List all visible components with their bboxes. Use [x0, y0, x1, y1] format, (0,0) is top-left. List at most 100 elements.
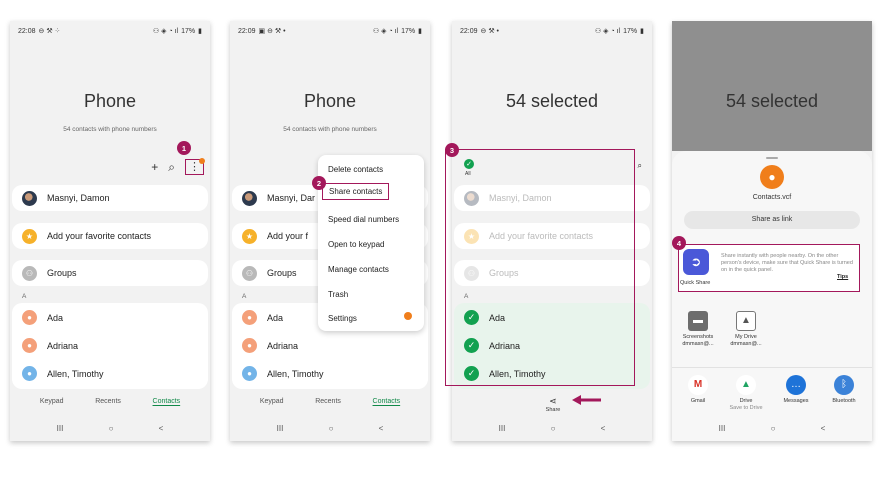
status-time: 22:09 [460, 27, 478, 35]
signal-icons: ⚇ ◈ ◔ ıl [372, 28, 399, 35]
overflow-menu: Delete contacts Share contacts Speed dia… [318, 155, 424, 331]
profile-card[interactable]: Masnyi, Damon [12, 185, 208, 211]
action-bar: + ⌕ ⋮ [151, 158, 205, 175]
status-time: 22:08 [18, 27, 36, 35]
back-nav-icon[interactable]: < [379, 424, 384, 433]
favorites-card[interactable]: ★ Add your favorite contacts [12, 223, 208, 249]
groups-card[interactable]: ⚇ Groups [12, 260, 208, 286]
home-nav-icon[interactable]: ○ [329, 424, 334, 433]
system-navbar: III ○ < [452, 424, 652, 433]
app-bluetooth[interactable]: ᛒ Bluetooth [824, 375, 864, 405]
contact-name: Adriana [267, 340, 299, 351]
pointer-arrow-icon [572, 395, 601, 405]
target-label: Screenshots [682, 334, 714, 340]
menu-item-share-contacts[interactable]: Share contacts [322, 183, 390, 200]
system-navbar: III ○ < [672, 424, 872, 433]
menu-item-open-keypad[interactable]: Open to keypad [328, 240, 384, 249]
back-nav-icon[interactable]: < [821, 424, 826, 433]
recent-target-screenshots[interactable]: ▬ Screenshots dmmasn@... [678, 311, 718, 347]
search-icon[interactable]: ⌕ [168, 160, 175, 175]
list-item[interactable]: ● Allen, Timothy [22, 366, 104, 381]
list-item[interactable]: ● Ada [22, 310, 63, 325]
sheet-handle[interactable] [766, 157, 778, 159]
tab-recents[interactable]: Recents [95, 398, 121, 405]
avatar [242, 190, 257, 206]
menu-item-speed-dial[interactable]: Speed dial numbers [328, 215, 399, 224]
search-icon[interactable]: ⌕ [638, 161, 642, 171]
list-item[interactable]: ● Adriana [242, 338, 298, 353]
menu-item-delete-contacts[interactable]: Delete contacts [328, 165, 383, 174]
system-navbar: III ○ < [230, 424, 430, 433]
menu-item-manage-contacts[interactable]: Manage contacts [328, 265, 389, 274]
app-drive[interactable]: ▲ Drive Save to Drive [726, 375, 766, 411]
recent-target-my-drive[interactable]: ▲ My Drive dmmasn@... [726, 311, 766, 347]
plus-icon[interactable]: + [151, 160, 158, 174]
drive-folder-icon: ▲ [736, 311, 756, 331]
page-title: Phone [303, 91, 357, 111]
contact-file-icon: ● [760, 165, 784, 189]
person-icon: ● [22, 310, 37, 325]
status-bar: 22:09 ▣ ⊖ ⚒ • ⚇ ◈ ◔ ıl 17% ▮ [238, 25, 422, 37]
tab-keypad[interactable]: Keypad [260, 398, 284, 405]
home-nav-icon[interactable]: ○ [551, 424, 556, 433]
tab-contacts[interactable]: Contacts [153, 398, 181, 405]
quick-share-panel[interactable]: ➲ Quick Share Share instantly with peopl… [678, 244, 860, 292]
phone-screen-4: 54 selected ● Contacts.vcf Share as link… [672, 21, 872, 441]
favorites-label: Add your f [267, 231, 309, 241]
battery-icon: ▮ [640, 28, 644, 35]
person-icon: ● [242, 310, 257, 325]
tab-keypad[interactable]: Keypad [40, 398, 64, 405]
tips-link[interactable]: Tips [837, 274, 848, 280]
more-vert-icon[interactable]: ⋮ [185, 158, 205, 175]
app-label: Gmail [690, 398, 706, 404]
menu-item-settings[interactable]: Settings [328, 314, 357, 323]
signal-icons: ⚇ ◈ ◔ ıl [152, 28, 179, 35]
favorites-label: Add your favorite contacts [47, 231, 152, 241]
step-badge-1: 1 [177, 141, 191, 155]
profile-name: Masnyi, Damon [47, 193, 110, 203]
tab-contacts[interactable]: Contacts [373, 398, 401, 405]
notification-dot [199, 158, 205, 164]
app-messages[interactable]: … Messages [776, 375, 816, 405]
dimmed-background: 54 selected [672, 21, 872, 151]
bluetooth-icon: ᛒ [834, 375, 854, 395]
groups-label: Groups [47, 268, 77, 278]
status-icons: ▣ ⊖ ⚒ • [258, 28, 286, 35]
person-icon: ● [242, 338, 257, 353]
share-icon[interactable]: ⋖ [544, 396, 562, 407]
recents-nav-icon[interactable]: III [277, 424, 284, 433]
step-badge-3: 3 [445, 143, 459, 157]
back-nav-icon[interactable]: < [159, 424, 164, 433]
quick-share-icon[interactable]: ➲ [683, 249, 709, 275]
quick-share-label: Quick Share [680, 280, 711, 286]
contact-name: Ada [267, 312, 284, 323]
list-item[interactable]: ● Allen, Timothy [242, 366, 324, 381]
status-bar: 22:08 ⊖ ⚒ ⁘ ⚇ ◈ ◔ ıl 17% ▮ [18, 25, 202, 37]
groups-icon: ⚇ [242, 265, 257, 281]
tab-recents[interactable]: Recents [315, 398, 341, 405]
messages-icon: … [786, 375, 806, 395]
step-badge-4: 4 [672, 236, 686, 250]
home-nav-icon[interactable]: ○ [109, 424, 114, 433]
contact-name: Allen, Timothy [47, 368, 104, 379]
share-button-label[interactable]: Share [538, 407, 568, 413]
person-icon: ● [242, 366, 257, 381]
menu-item-trash[interactable]: Trash [328, 290, 348, 299]
list-item[interactable]: ● Ada [242, 310, 283, 325]
share-as-link-button[interactable]: Share as link [684, 211, 860, 229]
status-icons: ⊖ ⚒ • [480, 28, 500, 35]
divider [672, 367, 872, 368]
person-icon: ● [22, 338, 37, 353]
recents-nav-icon[interactable]: III [499, 424, 506, 433]
recents-nav-icon[interactable]: III [719, 424, 726, 433]
status-bar: 22:09 ⊖ ⚒ • ⚇ ◈ ◔ ıl 17% ▮ [460, 25, 644, 37]
status-icons: ⊖ ⚒ ⁘ [38, 28, 61, 35]
list-item[interactable]: ● Adriana [22, 338, 78, 353]
recents-nav-icon[interactable]: III [57, 424, 64, 433]
home-nav-icon[interactable]: ○ [771, 424, 776, 433]
back-nav-icon[interactable]: < [601, 424, 606, 433]
app-gmail[interactable]: M Gmail [678, 375, 718, 405]
drive-icon: ▲ [736, 375, 756, 395]
person-icon: ● [22, 366, 37, 381]
phone-screen-2: 22:09 ▣ ⊖ ⚒ • ⚇ ◈ ◔ ıl 17% ▮ Phone 54 conta… [230, 21, 430, 441]
